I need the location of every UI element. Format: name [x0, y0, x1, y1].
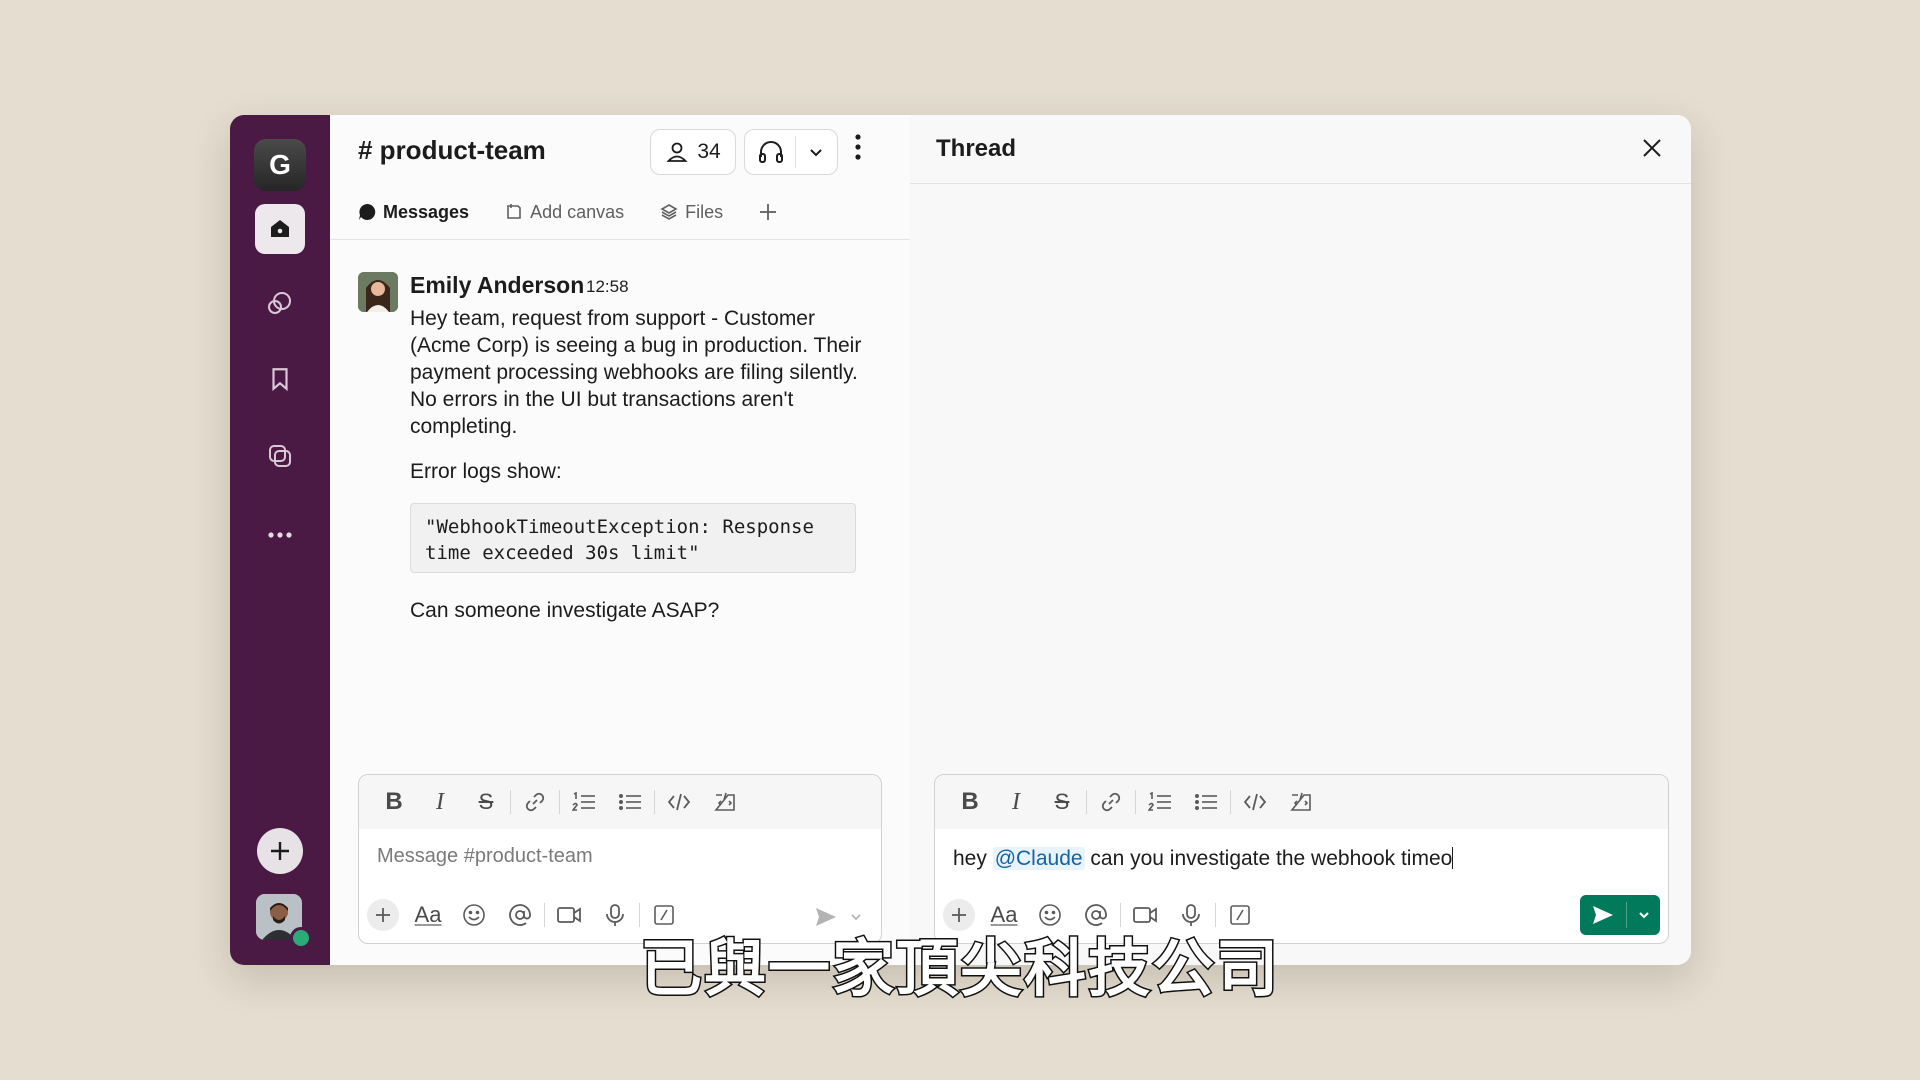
code-icon: [1243, 792, 1267, 812]
strikethrough-icon: S: [1054, 789, 1070, 814]
message-bubble-icon: [358, 203, 376, 221]
strikethrough-button[interactable]: S: [1039, 784, 1085, 820]
workspace-rail: G: [230, 115, 330, 965]
thread-header-divider: [910, 183, 1691, 184]
typed-text: can you investigate the webhook timeo: [1084, 847, 1453, 870]
message-author[interactable]: Emily Anderson: [410, 272, 584, 299]
formatting-toolbar: B I S: [359, 775, 881, 829]
code-block-button[interactable]: [702, 784, 748, 820]
files-stack-icon: [660, 203, 678, 221]
italic-button[interactable]: I: [417, 784, 463, 820]
ordered-list-button[interactable]: [561, 784, 607, 820]
link-icon: [524, 791, 546, 813]
italic-icon: I: [1012, 788, 1020, 815]
chat-bubbles-icon: [265, 289, 295, 319]
ordered-list-icon: [572, 791, 596, 813]
code-block-icon: [713, 791, 737, 813]
dms-button[interactable]: [255, 279, 305, 329]
channel-title[interactable]: # product-team: [358, 135, 546, 166]
thread-message-input[interactable]: hey @Claude can you investigate the webh…: [953, 847, 1454, 871]
tab-files-label: Files: [685, 201, 724, 222]
canvas-icon: [505, 203, 523, 221]
toolbar-divider: [1230, 790, 1231, 814]
tab-add-canvas[interactable]: Add canvas: [505, 202, 624, 223]
code-button[interactable]: [1232, 784, 1278, 820]
italic-icon: I: [436, 788, 444, 815]
toolbar-divider: [510, 790, 511, 814]
message-paragraph: Hey team, request from support - Custome…: [410, 307, 862, 438]
members-button[interactable]: 34: [650, 129, 736, 175]
bookmark-icon: [267, 366, 293, 392]
strikethrough-button[interactable]: S: [463, 784, 509, 820]
message-paragraph: Error logs show:: [410, 460, 562, 483]
tabs-divider: [330, 239, 910, 240]
code-button[interactable]: [656, 784, 702, 820]
bold-icon: B: [385, 788, 403, 815]
italic-button[interactable]: I: [993, 784, 1039, 820]
link-button[interactable]: [1088, 784, 1134, 820]
saved-button[interactable]: [255, 354, 305, 404]
slack-window: G # product-team 34 Messages Add canvas …: [230, 115, 1691, 965]
more-button[interactable]: [255, 510, 305, 560]
home-button[interactable]: [255, 204, 305, 254]
workspace-switcher[interactable]: G: [254, 139, 306, 191]
tab-messages[interactable]: Messages: [358, 202, 469, 223]
tab-files[interactable]: Files: [660, 202, 723, 223]
kebab-menu-icon[interactable]: [854, 133, 862, 161]
bullet-list-button[interactable]: [607, 784, 653, 820]
user-mention[interactable]: @Claude: [992, 847, 1085, 870]
bold-button[interactable]: B: [947, 784, 993, 820]
message-timestamp[interactable]: 12:58: [586, 277, 629, 297]
link-button[interactable]: [512, 784, 558, 820]
bullet-list-button[interactable]: [1183, 784, 1229, 820]
toolbar-divider: [1135, 790, 1136, 814]
ordered-list-icon: [1148, 791, 1172, 813]
code-line: "WebhookTimeoutException: Response: [425, 516, 814, 538]
plus-icon: [759, 203, 777, 221]
message-body: Hey team, request from support - Custome…: [410, 305, 880, 485]
stacked-squares-icon: [266, 442, 294, 470]
headphones-icon: [757, 139, 785, 165]
code-block-icon: [1289, 791, 1313, 813]
text-caret: [1452, 847, 1454, 869]
message-input[interactable]: Message #product-team: [377, 845, 593, 868]
link-icon: [1100, 791, 1122, 813]
bullet-list-icon: [1194, 791, 1218, 813]
formatting-toolbar: B I S: [935, 775, 1668, 829]
plus-icon: [269, 840, 291, 862]
bold-icon: B: [961, 788, 979, 815]
ordered-list-button[interactable]: [1137, 784, 1183, 820]
bold-button[interactable]: B: [371, 784, 417, 820]
home-icon: [268, 217, 292, 241]
person-icon: [665, 140, 689, 164]
code-icon: [667, 792, 691, 812]
thread-pane: Thread B I S hey @Claude can you investi…: [910, 115, 1691, 965]
huddle-button[interactable]: [744, 129, 838, 175]
toolbar-divider: [654, 790, 655, 814]
message-paragraph: Can someone investigate ASAP?: [410, 599, 720, 622]
add-tab-button[interactable]: [759, 203, 777, 221]
code-block-button[interactable]: [1278, 784, 1324, 820]
member-count: 34: [697, 140, 721, 163]
tab-messages-label: Messages: [383, 201, 470, 222]
huddle-divider: [795, 136, 796, 168]
code-line: time exceeded 30s limit": [425, 542, 700, 564]
ellipsis-icon: [267, 531, 293, 539]
channel-pane: # product-team 34 Messages Add canvas Fi…: [330, 115, 911, 965]
create-button[interactable]: [257, 828, 303, 874]
activity-button[interactable]: [255, 431, 305, 481]
thread-title: Thread: [936, 135, 1017, 162]
typed-text: hey: [953, 847, 993, 870]
chevron-down-icon[interactable]: [807, 143, 825, 161]
code-block: "WebhookTimeoutException: Response time …: [410, 503, 856, 573]
bullet-list-icon: [618, 791, 642, 813]
close-icon[interactable]: [1641, 137, 1663, 159]
video-subtitle: 已與一家頂尖科技公司: [638, 931, 1280, 1007]
author-avatar[interactable]: [358, 272, 398, 312]
channel-tabs: Messages Add canvas Files: [358, 197, 813, 227]
toolbar-divider: [1086, 790, 1087, 814]
toolbar-divider: [559, 790, 560, 814]
tab-add-canvas-label: Add canvas: [530, 201, 625, 222]
strikethrough-icon: S: [478, 789, 494, 814]
